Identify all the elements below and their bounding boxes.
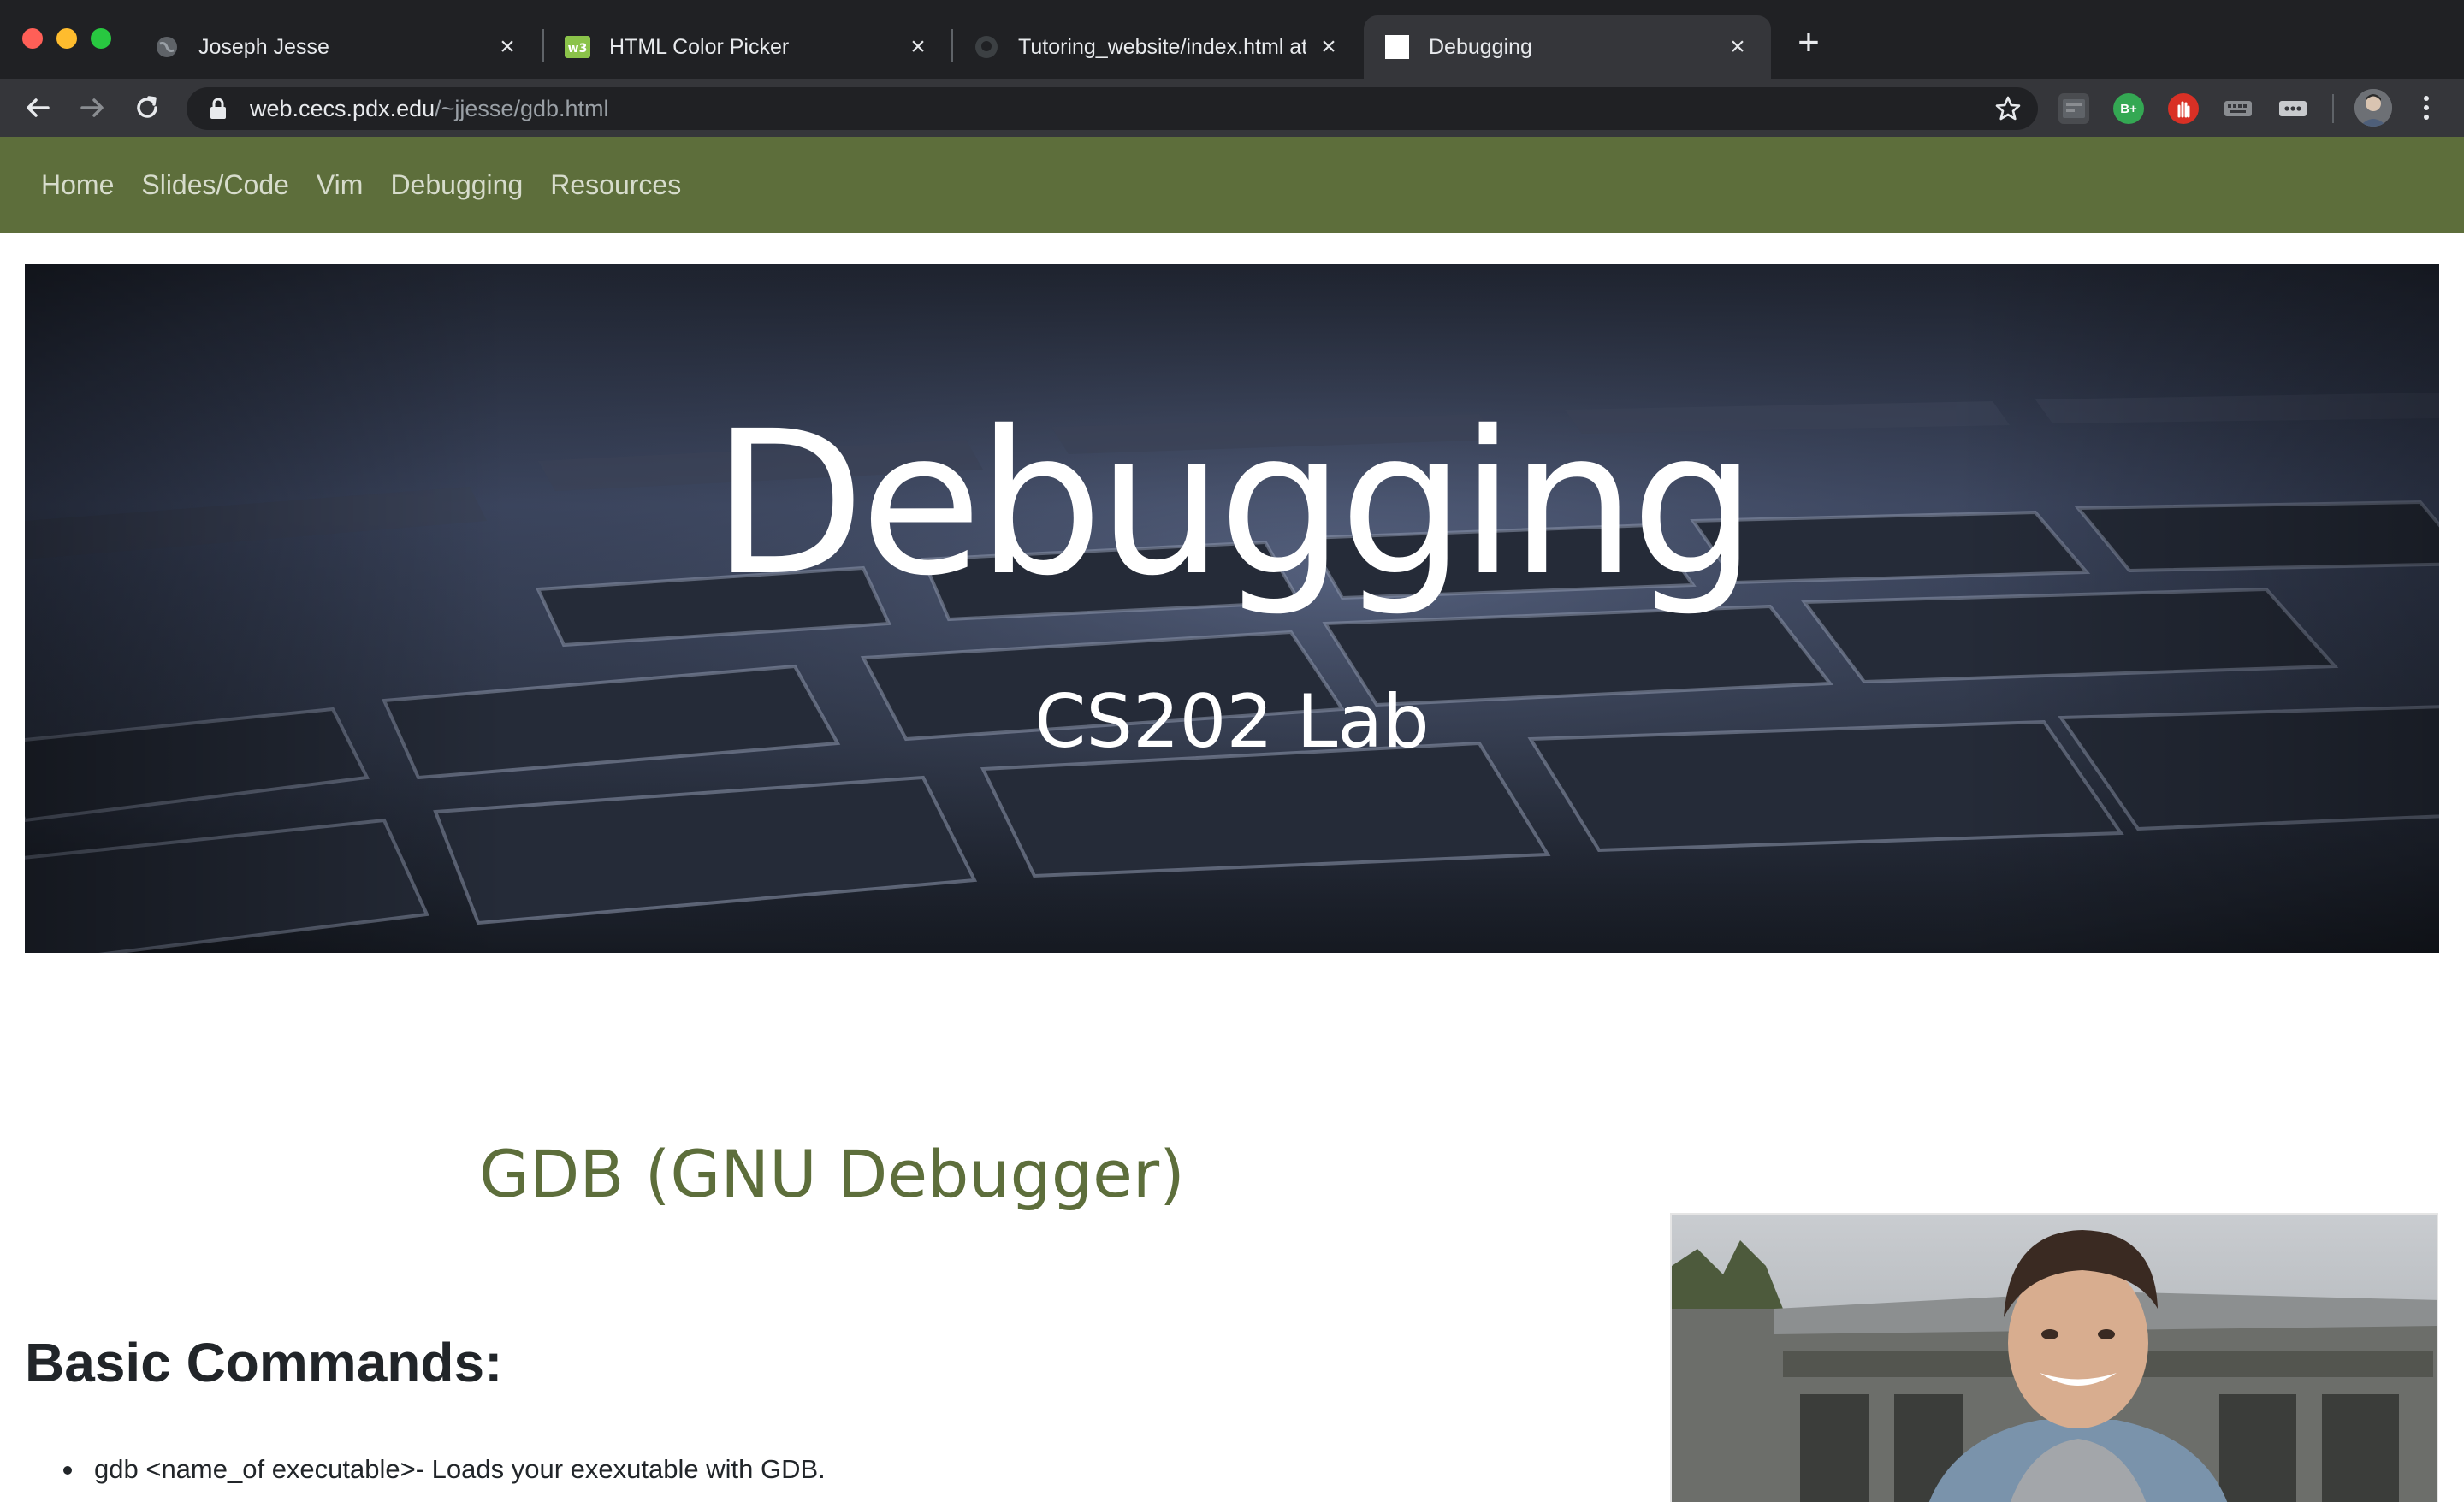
extension-badge-text: B+ (2120, 101, 2137, 116)
site-navbar: Home Slides/Code Vim Debugging Resources (0, 137, 2464, 233)
nav-link-slides-code[interactable]: Slides/Code (141, 169, 289, 201)
browser-tab-strip: Joseph Jesse × w3 HTML Color Picker × Tu… (0, 0, 2464, 79)
hero-title: Debugging (712, 388, 1757, 619)
window-maximize-button[interactable] (91, 28, 111, 49)
stop-hand-extension-icon[interactable] (2168, 93, 2199, 124)
forward-button[interactable] (74, 89, 111, 127)
w3schools-icon: w3 (565, 34, 590, 60)
section-title: GDB (GNU Debugger) (479, 1136, 1185, 1212)
more-dots-extension-icon[interactable] (2277, 93, 2308, 124)
globe-icon (154, 34, 180, 60)
url-text[interactable]: web.cecs.pdx.edu/~jjesse/gdb.html (250, 96, 609, 122)
nav-link-resources[interactable]: Resources (550, 169, 681, 201)
browser-toolbar: web.cecs.pdx.edu/~jjesse/gdb.html B+ (0, 79, 2464, 137)
close-tab-icon[interactable]: × (1725, 33, 1750, 61)
browser-menu-icon[interactable] (2411, 89, 2442, 127)
svg-text:w3: w3 (568, 42, 588, 56)
url-host: web.cecs.pdx.edu (250, 95, 435, 121)
back-arrow-icon (27, 98, 50, 117)
profile-photo (1670, 1213, 2438, 1502)
tab-title: Tutoring_website/index.html at m (1018, 34, 1306, 59)
tab-title: Joseph Jesse (198, 34, 329, 59)
browser-tab-3[interactable]: Tutoring_website/index.html at m × (953, 15, 1362, 79)
forward-arrow-icon (80, 98, 104, 117)
url-path: /~jjesse/gdb.html (435, 95, 609, 121)
reload-icon (137, 96, 157, 118)
commands-heading: Basic Commands: (25, 1332, 503, 1393)
address-bar[interactable]: web.cecs.pdx.edu/~jjesse/gdb.html (187, 87, 2038, 130)
lock-icon[interactable] (204, 94, 233, 123)
back-button[interactable] (19, 89, 56, 127)
keyboard-extension-icon[interactable] (2223, 93, 2254, 124)
reload-button[interactable] (128, 89, 166, 127)
close-tab-icon[interactable]: × (495, 33, 520, 61)
browser-tab-1[interactable]: Joseph Jesse × (133, 15, 541, 79)
close-tab-icon[interactable]: × (905, 33, 931, 61)
bookmark-star-icon[interactable] (1993, 94, 2023, 123)
window-minimize-button[interactable] (56, 28, 77, 49)
grammar-b-plus-extension-icon[interactable]: B+ (2113, 93, 2144, 124)
close-tab-icon[interactable]: × (1316, 33, 1342, 61)
hero-subtitle: CS202 Lab (1034, 679, 1430, 765)
tab-title: HTML Color Picker (609, 34, 790, 59)
new-tab-button[interactable]: + (1792, 24, 1826, 62)
blank-page-icon (1384, 34, 1410, 60)
browser-tab-2[interactable]: w3 HTML Color Picker × (544, 15, 951, 79)
profile-avatar[interactable] (2354, 89, 2392, 127)
window-close-button[interactable] (22, 28, 43, 49)
browser-tab-4-active[interactable]: Debugging × (1364, 15, 1771, 79)
nav-link-debugging[interactable]: Debugging (390, 169, 523, 201)
tab-title: Debugging (1429, 34, 1532, 59)
commands-list: gdb <name_of executable>- Loads your exe… (63, 1454, 826, 1485)
github-icon (974, 34, 999, 60)
toolbar-divider (2332, 94, 2334, 123)
hero-banner: Debugging CS202 Lab (25, 264, 2439, 953)
nav-link-vim[interactable]: Vim (317, 169, 364, 201)
adblock-extension-icon[interactable] (2058, 93, 2089, 124)
list-item: gdb <name_of executable>- Loads your exe… (63, 1454, 826, 1485)
nav-link-home[interactable]: Home (41, 169, 114, 201)
